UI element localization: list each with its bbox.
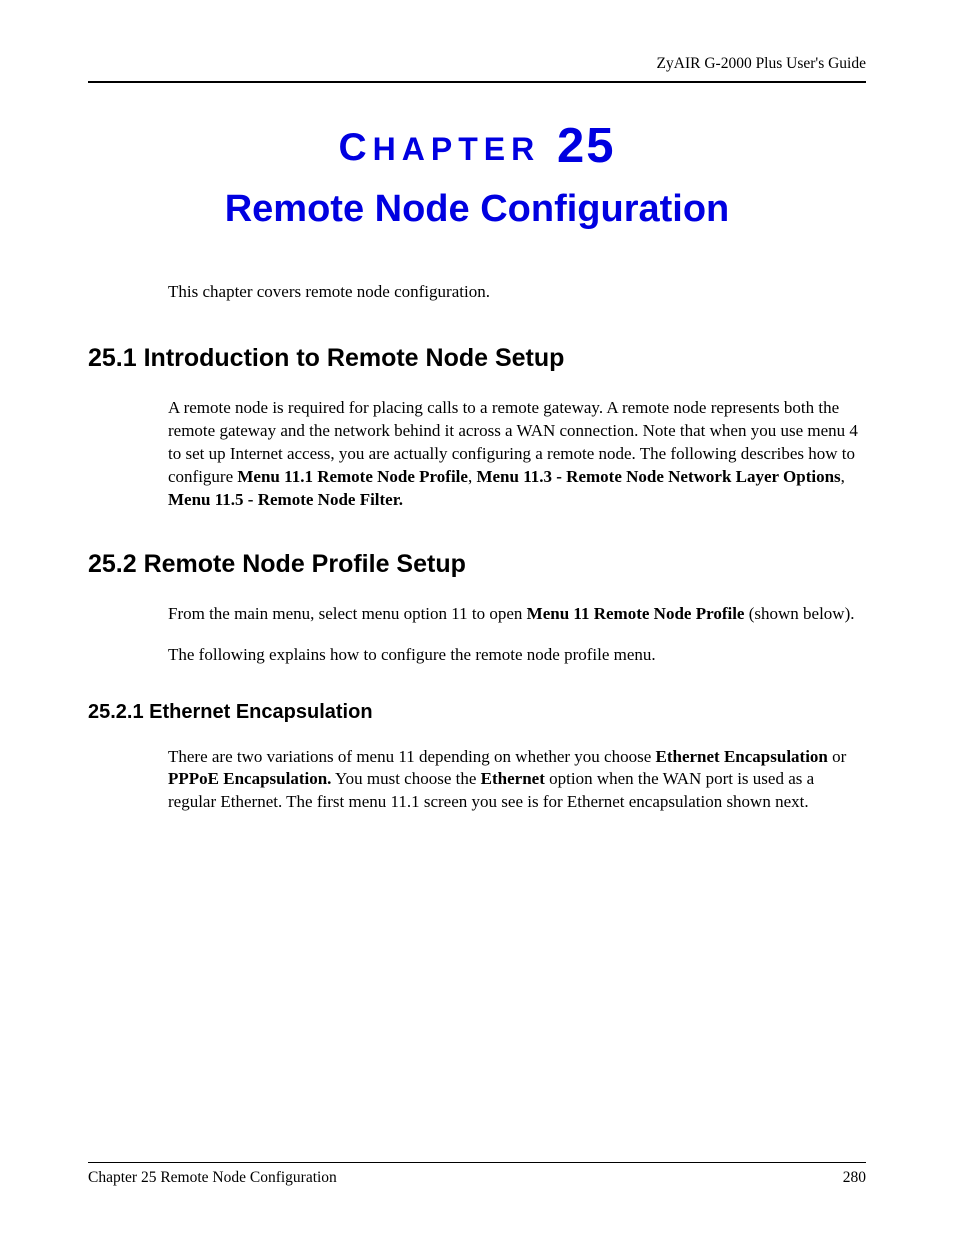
chapter-intro: This chapter covers remote node configur…	[168, 281, 866, 304]
menu-ref-11-1: Menu 11.1 Remote Node Profile	[237, 467, 468, 486]
text-run: From the main menu, select menu option 1…	[168, 604, 527, 623]
footer-rule	[88, 1162, 866, 1163]
footer-chapter-ref: Chapter 25 Remote Node Configuration	[88, 1169, 337, 1187]
section-25-2-1-para-1: There are two variations of menu 11 depe…	[168, 746, 866, 815]
page-footer: Chapter 25 Remote Node Configuration 280	[88, 1162, 866, 1187]
menu-ref-11-3: Menu 11.3 - Remote Node Network Layer Op…	[476, 467, 840, 486]
section-25-1-heading: 25.1 Introduction to Remote Node Setup	[88, 344, 866, 373]
section-25-2-para-2: The following explains how to configure …	[168, 644, 866, 667]
text-run: ,	[841, 467, 845, 486]
chapter-number: 25	[557, 119, 616, 173]
chapter-label-letter: C	[338, 126, 372, 169]
chapter-label-rest: HAPTER	[373, 131, 541, 167]
chapter-label: CHAPTER 25	[88, 118, 866, 174]
footer-row: Chapter 25 Remote Node Configuration 280	[88, 1169, 866, 1187]
section-25-1-para-1: A remote node is required for placing ca…	[168, 397, 866, 512]
section-25-2-heading: 25.2 Remote Node Profile Setup	[88, 550, 866, 579]
page: ZyAIR G-2000 Plus User's Guide CHAPTER 2…	[0, 0, 954, 1235]
section-25-2-1-heading: 25.2.1 Ethernet Encapsulation	[88, 701, 866, 724]
text-run: You must choose the	[331, 769, 480, 788]
header-guide-name: ZyAIR G-2000 Plus User's Guide	[88, 55, 866, 73]
menu-ref-11: Menu 11 Remote Node Profile	[527, 604, 745, 623]
text-run: (shown below).	[744, 604, 854, 623]
header-rule	[88, 81, 866, 83]
encap-ethernet: Ethernet Encapsulation	[656, 747, 828, 766]
option-ethernet: Ethernet	[481, 769, 545, 788]
encap-pppoe: PPPoE Encapsulation.	[168, 769, 331, 788]
menu-ref-11-5: Menu 11.5 - Remote Node Filter.	[168, 490, 403, 509]
footer-page-number: 280	[843, 1169, 866, 1187]
chapter-title: Remote Node Configuration	[88, 188, 866, 231]
text-run: or	[828, 747, 846, 766]
text-run: There are two variations of menu 11 depe…	[168, 747, 656, 766]
section-25-2-para-1: From the main menu, select menu option 1…	[168, 603, 866, 626]
